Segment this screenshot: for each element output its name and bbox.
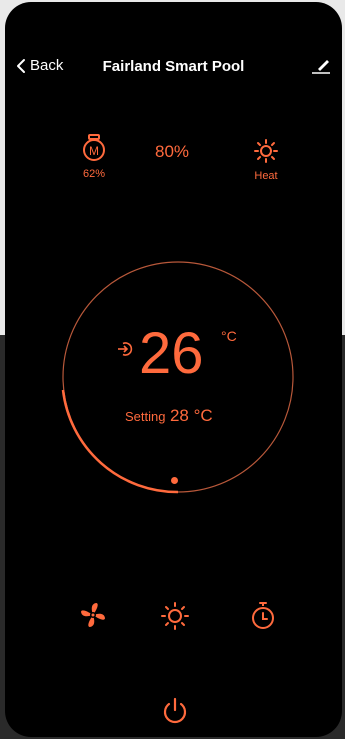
setting-temperature: Setting 28 °C <box>125 406 213 426</box>
svg-text:M: M <box>89 144 99 158</box>
pencil-icon[interactable] <box>310 54 332 76</box>
mode-m-icon: M <box>83 134 105 161</box>
dial-knob[interactable] <box>171 477 178 484</box>
setting-value: 28 °C <box>169 406 213 425</box>
page-title: Fairland Smart Pool <box>102 58 245 75</box>
phone-screen: Back Fairland Smart Pool M 62% 80% Heat <box>5 2 342 737</box>
sun-icon[interactable] <box>159 600 191 632</box>
inlet-arrow-icon <box>118 342 133 356</box>
mode-value: 62% <box>82 168 106 180</box>
setting-label: Setting <box>125 409 166 424</box>
mode-stat[interactable]: M 62% <box>79 134 109 180</box>
sun-icon <box>254 139 278 163</box>
timer-icon[interactable] <box>247 600 279 632</box>
current-temperature: 26 <box>139 321 204 386</box>
power-icon[interactable] <box>159 695 191 727</box>
temperature-display: 26 °C <box>105 324 255 384</box>
heat-stat[interactable]: Heat <box>248 138 284 182</box>
temperature-unit: °C <box>221 328 237 344</box>
center-percent: 80% <box>155 142 190 161</box>
heat-label: Heat <box>254 170 278 182</box>
fan-icon[interactable] <box>77 599 109 631</box>
top-bar: Back Fairland Smart Pool <box>5 2 342 82</box>
